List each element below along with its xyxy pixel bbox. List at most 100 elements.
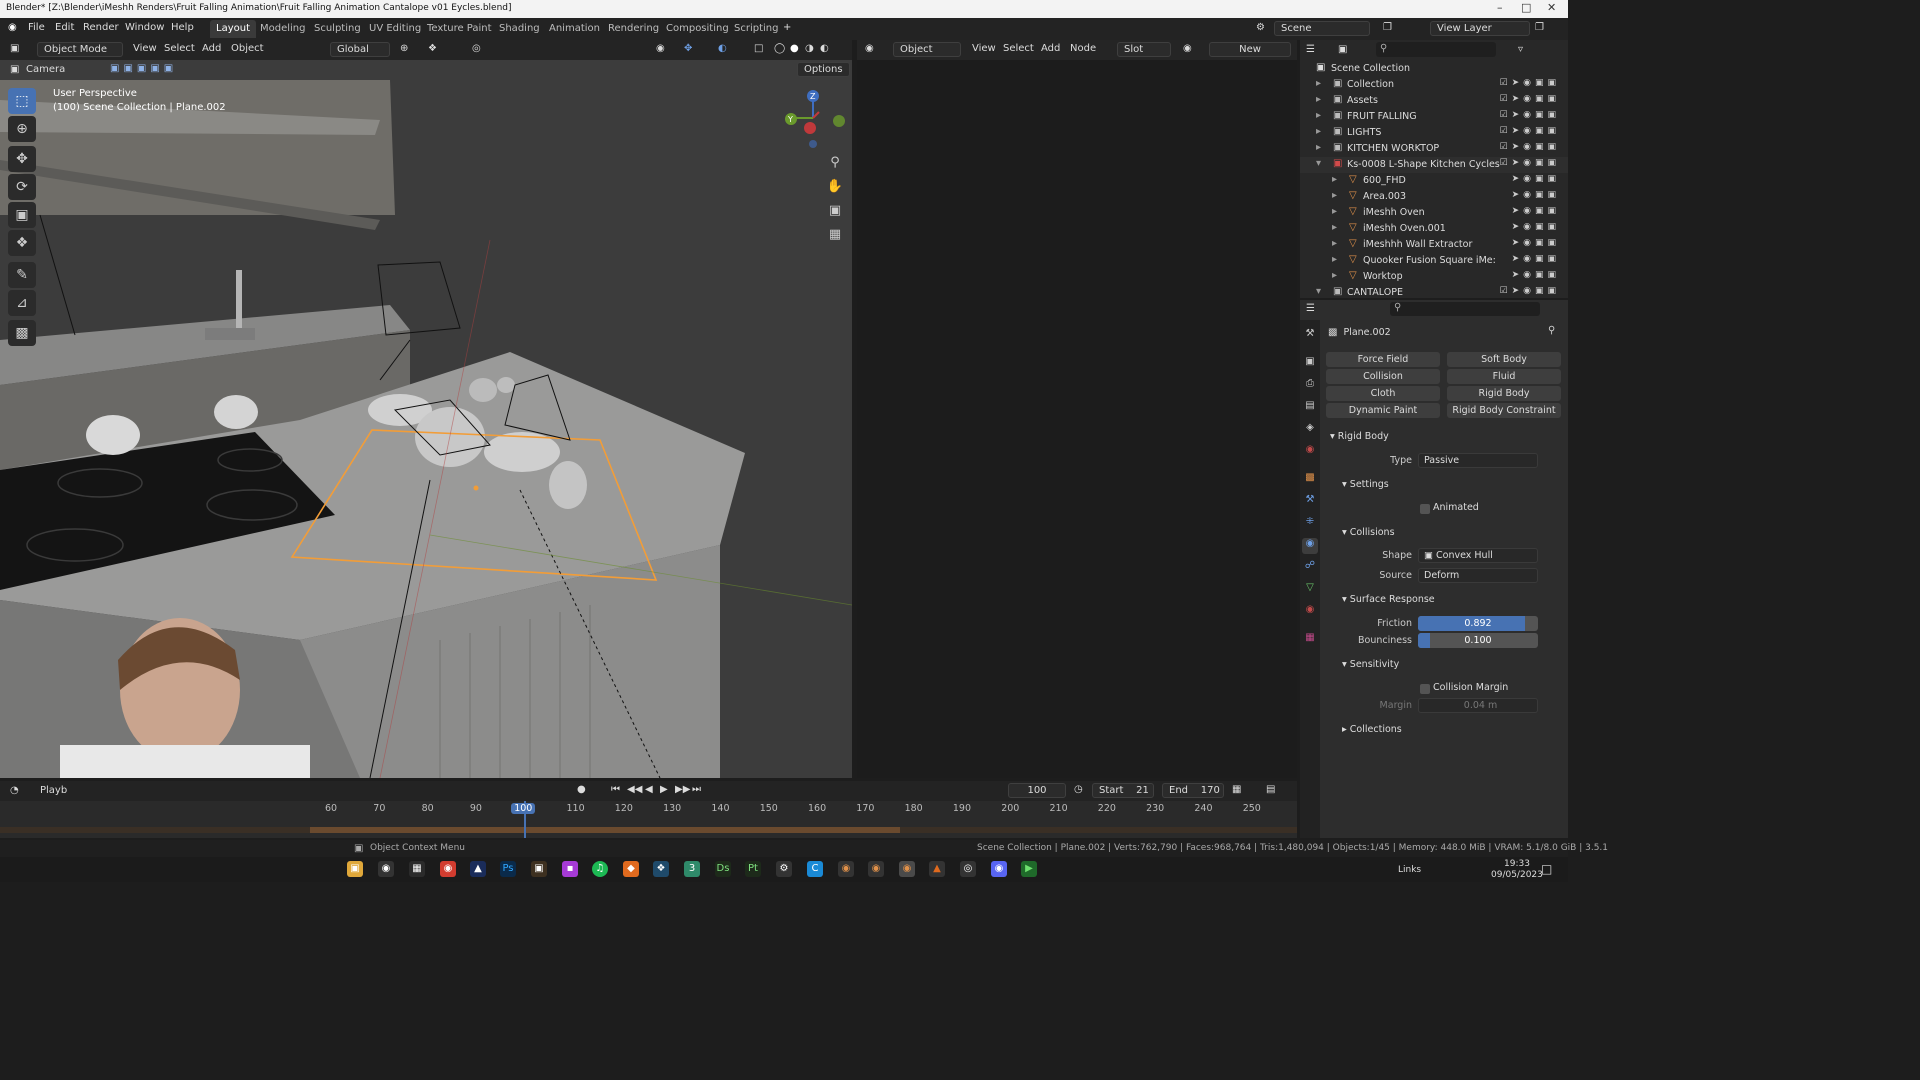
collision-margin-checkbox[interactable] [1420,684,1430,694]
pin-icon[interactable]: ⚲ [1548,325,1555,336]
visibility-toggles-icon[interactable]: ➤◉▣▣ [1512,222,1560,232]
soft-body-button[interactable]: Soft Body [1447,352,1561,367]
app-icon-4[interactable]: ▪ [562,861,578,877]
outliner-item[interactable]: ▾ ▣ Ks-0008 L-Shape Kitchen Cycles ☑➤◉▣▣ [1300,157,1568,173]
new-scene-icon[interactable]: ❐ [1383,22,1392,33]
expand-arrow-icon[interactable]: ▾ [1316,286,1321,297]
visibility-toggles-icon[interactable]: ➤◉▣▣ [1512,238,1560,248]
expand-arrow-icon[interactable]: ▸ [1316,78,1321,89]
play-icon[interactable]: ▶ [660,784,668,795]
outliner-item[interactable]: ▾ ▣ CANTALOPE ☑➤◉▣▣ [1300,285,1568,301]
cloth-button[interactable]: Cloth [1326,386,1440,401]
add-cube-icon[interactable]: ▩ [8,320,36,346]
painter-icon[interactable]: Pt [745,861,761,877]
measure-icon[interactable]: ⊿ [8,290,36,316]
rigid-body-button[interactable]: Rigid Body [1447,386,1561,401]
blender-icon-2[interactable]: ◉ [868,861,884,877]
grid-view-icon[interactable]: ▦ [823,224,847,246]
overlay-toggle-icon[interactable]: ◐ [718,43,727,54]
menu-select[interactable]: Select [164,43,195,54]
data-tab-icon[interactable]: ▽ [1302,582,1318,598]
maximize-icon[interactable]: □ [1521,1,1531,14]
menu-help[interactable]: Help [171,22,194,33]
prev-keyframe-icon[interactable]: ◀◀ [627,784,642,795]
force-field-button[interactable]: Force Field [1326,352,1440,367]
collision-button[interactable]: Collision [1326,369,1440,384]
app-icon-5[interactable]: ◆ [623,861,639,877]
gizmo-toggle-icon[interactable]: ✥ [684,43,692,54]
vlc-icon[interactable]: ▲ [929,861,945,877]
zoom-icon[interactable]: ⚲ [823,152,847,174]
visibility-toggles-icon[interactable]: ☑➤◉▣▣ [1500,78,1560,88]
wireframe-shading-icon[interactable]: ◯ [774,43,785,54]
camera-view-icon[interactable]: ▣ [823,200,847,222]
shape-dropdown[interactable]: ▣ Convex Hull [1418,548,1538,563]
visibility-toggles-icon[interactable]: ➤◉▣▣ [1512,190,1560,200]
expand-arrow-icon[interactable]: ▸ [1316,126,1321,137]
render-tab-icon[interactable]: ▣ [1302,356,1318,372]
3d-viewport[interactable] [0,40,852,778]
fluid-button[interactable]: Fluid [1447,369,1561,384]
xray-icon[interactable]: □ [754,43,763,54]
solid-shading-icon[interactable]: ● [790,43,799,54]
app-icon-9[interactable]: C [807,861,823,877]
expand-arrow-icon[interactable]: ▸ [1332,270,1337,281]
constraints-tab-icon[interactable]: ☍ [1302,560,1318,576]
source-dropdown[interactable]: Deform [1418,568,1538,583]
app-icon-6[interactable]: ❖ [653,861,669,877]
timeline-editor-icon[interactable]: ◔ [10,785,19,796]
tab-shading[interactable]: Shading [493,20,546,38]
outliner-item[interactable]: ▸ ▽ 600_FHD ➤◉▣▣ [1300,173,1568,189]
expand-arrow-icon[interactable]: ▸ [1332,222,1337,233]
photoshop-icon[interactable]: Ps [500,861,516,877]
visibility-toggles-icon[interactable]: ➤◉▣▣ [1512,254,1560,264]
menu-view[interactable]: View [133,43,157,54]
tab-compositing[interactable]: Compositing [660,20,735,38]
tab-rendering[interactable]: Rendering [602,20,665,38]
modifier-tab-icon[interactable]: ⚒ [1302,494,1318,510]
options-button[interactable]: Options [797,62,850,77]
play-reverse-icon[interactable]: ◀ [645,784,653,795]
expand-arrow-icon[interactable]: ▸ [1332,174,1337,185]
current-frame-field[interactable]: 100 [1008,783,1066,798]
margin-field[interactable]: 0.04 m [1418,698,1538,713]
app-icon-2[interactable]: ▲ [470,861,486,877]
app-icon-3[interactable]: ▣ [531,861,547,877]
outliner-item[interactable]: ▸ ▣ FRUIT FALLING ☑➤◉▣▣ [1300,109,1568,125]
visibility-toggles-icon[interactable]: ☑➤◉▣▣ [1500,286,1560,296]
shader-node-editor[interactable] [857,40,1297,778]
object-tab-icon[interactable]: ▩ [1302,472,1318,488]
tab-scripting[interactable]: Scripting [728,20,784,38]
menu-edit[interactable]: Edit [55,22,74,33]
pan-hand-icon[interactable]: ✋ [823,176,847,198]
visibility-toggles-icon[interactable]: ☑➤◉▣▣ [1500,126,1560,136]
spotify-icon[interactable]: ♫ [592,861,608,877]
menu-render[interactable]: Render [83,22,119,33]
playback-menu[interactable]: Playb [40,785,67,796]
outliner-item[interactable]: ▸ ▣ Collection ☑➤◉▣▣ [1300,77,1568,93]
node-menu-select[interactable]: Select [1003,43,1034,54]
expand-arrow-icon[interactable]: ▸ [1332,190,1337,201]
visibility-toggles-icon[interactable]: ➤◉▣▣ [1512,206,1560,216]
start-frame-field[interactable]: Start 21 [1092,783,1154,798]
orientation-selector[interactable]: Global [330,42,390,57]
tab-modeling[interactable]: Modeling [254,20,312,38]
mode-selector[interactable]: Object Mode [37,42,123,57]
timeline-view-icon[interactable]: ▤ [1266,784,1275,795]
expand-arrow-icon[interactable]: ▸ [1332,238,1337,249]
minimize-icon[interactable]: – [1497,1,1503,14]
outliner-editor-icon[interactable]: ☰ [1306,44,1315,55]
calculator-icon[interactable]: ▦ [409,861,425,877]
visibility-toggles-icon[interactable]: ☑➤◉▣▣ [1500,94,1560,104]
tab-uv-editing[interactable]: UV Editing [363,20,427,38]
type-dropdown[interactable]: Passive [1418,453,1538,468]
new-view-layer-icon[interactable]: ❐ [1535,22,1544,33]
bounciness-slider[interactable]: 0.100 [1418,633,1538,648]
material-browse-icon[interactable]: ◉ [1183,43,1192,54]
chrome-icon[interactable]: ◉ [440,861,456,877]
blender-icon-1[interactable]: ◉ [838,861,854,877]
display-mode-icon[interactable]: ▣ [1338,44,1347,55]
outliner-root[interactable]: ▣ Scene Collection [1300,61,1568,77]
annotate-icon[interactable]: ✎ [8,262,36,288]
outliner-item[interactable]: ▸ ▣ LIGHTS ☑➤◉▣▣ [1300,125,1568,141]
